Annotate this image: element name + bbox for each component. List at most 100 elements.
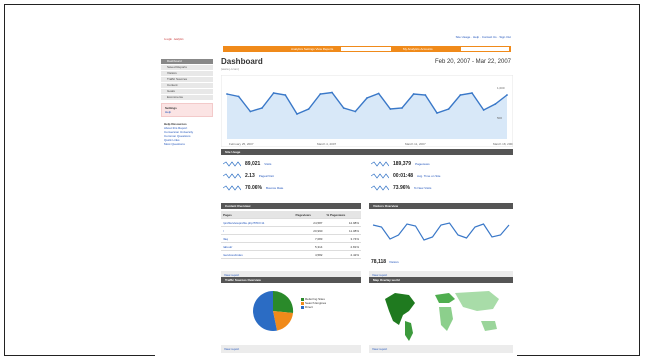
page-path-link[interactable]: /services/index xyxy=(221,250,294,259)
stat-label-link[interactable]: Pageviews xyxy=(415,162,430,166)
stat-label-link[interactable]: Visits xyxy=(264,162,271,166)
stat-label-link[interactable]: Avg. Time on Site xyxy=(417,174,440,178)
table-cell: 2.42% xyxy=(324,250,361,259)
sparkline-icon xyxy=(223,161,241,167)
chart-x-tick-label: March 18, 2007 xyxy=(493,142,513,146)
content-table: Pages Pageviews% Pageviews /profile/viewp… xyxy=(221,211,361,259)
top-nav-view-reports[interactable]: Analytics Settings View Reports xyxy=(291,47,333,51)
stat-value: 2.13 xyxy=(245,173,255,179)
chart-point-19 xyxy=(447,108,450,110)
sidebar-item-content[interactable]: Content xyxy=(161,83,213,88)
page-path-link[interactable]: / xyxy=(221,226,294,235)
sparkline-icon xyxy=(223,185,241,191)
map-view-report-link[interactable]: View report xyxy=(369,345,513,353)
stat-value: 73.96% xyxy=(393,185,410,191)
settings-link[interactable]: Help xyxy=(165,110,209,114)
site-usage-stat: 89,021 Visits xyxy=(223,161,271,167)
page-path-link[interactable]: /faq xyxy=(221,234,294,243)
chart-x-tick-label: March 11, 2007 xyxy=(405,142,426,146)
stat-label-link[interactable]: Bounce Rate xyxy=(266,186,283,190)
chart-point-23 xyxy=(494,103,497,105)
sidebar-item-dashboard[interactable]: Dashboard xyxy=(161,59,213,64)
visits-line-chart: February 25, 2007 March 4, 2007 March 11, … xyxy=(221,75,513,147)
top-nav-my-accounts[interactable]: My Analytics Accounts xyxy=(403,47,433,51)
chart-point-7 xyxy=(307,108,310,110)
table-row: /faq 7,083 3.74% xyxy=(221,234,361,243)
help-resource-link[interactable]: Most Questions xyxy=(164,142,210,146)
site-usage-stat: 2.13 Pages/Visit xyxy=(223,173,274,179)
table-row: /services/index 4,582 2.42% xyxy=(221,250,361,259)
visitors-overview-header: Visitors Overview xyxy=(369,203,513,209)
site-usage-stat: 189,379 Pageviews xyxy=(371,161,430,167)
visitors-line xyxy=(372,222,510,241)
page-subtitle: (www.j-l.com) xyxy=(221,67,239,71)
table-cell: 7,083 xyxy=(293,234,325,243)
chart-point-11 xyxy=(354,110,357,113)
traffic-sources-legend: Referring Sites Search Engines Direct xyxy=(301,297,326,309)
chart-point-21 xyxy=(471,92,473,94)
content-overview-header: Content Overview xyxy=(221,203,361,209)
sidebar-item-ecommerce[interactable]: Ecommerce xyxy=(161,95,213,100)
chart-point-20 xyxy=(459,94,462,96)
chart-point-22 xyxy=(482,109,485,111)
top-links[interactable]: Site Usage · Help · Contact Us · Sign Ou… xyxy=(456,35,511,39)
left-sidebar: Dashboard Saved Reports Visitors Traffic So… xyxy=(161,59,213,146)
table-cell: 20,990 xyxy=(293,226,325,235)
chart-point-18 xyxy=(436,112,438,114)
legend-item: Direct xyxy=(301,305,326,309)
sparkline-icon xyxy=(371,173,389,179)
legend-label: Direct xyxy=(305,305,313,309)
map-overlay-header: Map Overlay world xyxy=(369,277,513,283)
sidebar-item-saved-reports[interactable]: Saved Reports xyxy=(161,65,213,70)
chart-y-tick-label: 500 xyxy=(497,116,502,120)
sidebar-item-visitors[interactable]: Visitors xyxy=(161,71,213,76)
stat-value: 189,379 xyxy=(393,161,412,167)
site-usage-stat: 73.96% % New Visits xyxy=(371,185,431,191)
chart-point-13 xyxy=(377,92,380,95)
table-cell: 2.81% xyxy=(324,242,361,251)
chart-point-6 xyxy=(296,113,298,115)
stat-label-link[interactable]: Pages/Visit xyxy=(259,174,274,178)
legend-swatch xyxy=(301,305,304,309)
analytics-dashboard-page: Google Analytics Site Usage · Help · Cont… xyxy=(155,27,517,361)
date-range-picker[interactable]: Feb 20, 2007 - Mar 22, 2007 xyxy=(435,59,511,65)
chart-point-16 xyxy=(412,93,415,95)
content-column-header[interactable]: % Pageviews xyxy=(324,211,361,219)
page-title: Dashboard xyxy=(221,57,263,66)
chart-point-3 xyxy=(261,107,263,109)
content-column-header[interactable]: Pageviews xyxy=(293,211,325,219)
sparkline-icon xyxy=(371,185,389,191)
table-cell: 5,314 xyxy=(293,242,325,251)
sparkline-icon xyxy=(371,161,389,167)
settings-box: Settings Help xyxy=(161,103,213,117)
table-cell: 4,582 xyxy=(293,250,325,259)
table-row: /profile/viewprofile.php?PID=11 24,587 12.… xyxy=(221,218,361,227)
visitors-stat: 78,118 Visitors xyxy=(371,259,399,265)
top-nav-bar: Analytics Settings View Reports My Analy… xyxy=(223,46,511,52)
sidebar-item-traffic-sources[interactable]: Traffic Sources xyxy=(161,77,213,82)
chart-x-tick-label: March 4, 2007 xyxy=(317,142,337,146)
table-cell: 3.74% xyxy=(324,234,361,243)
screenshot-frame: Google Analytics Site Usage · Help · Cont… xyxy=(4,4,640,361)
site-select-dropdown[interactable] xyxy=(341,47,391,51)
traffic-view-report-link[interactable]: View report xyxy=(221,345,361,353)
sidebar-item-goals[interactable]: Goals xyxy=(161,89,213,94)
stat-value: 00:01:48 xyxy=(393,173,414,179)
visitors-label[interactable]: Visitors xyxy=(389,260,399,264)
account-select-dropdown[interactable] xyxy=(461,47,509,51)
stat-label-link[interactable]: % New Visits xyxy=(414,186,431,190)
traffic-sources-pie-chart xyxy=(253,290,294,331)
help-resources: Help Resources About this Report Conversi… xyxy=(161,120,213,146)
pie-slice-referring xyxy=(273,290,294,313)
chart-point-12 xyxy=(366,97,368,99)
table-cell: 24,587 xyxy=(293,218,325,227)
chart-point-0 xyxy=(226,93,228,95)
content-column-header[interactable]: Pages xyxy=(221,211,294,219)
sparkline-icon xyxy=(223,173,241,179)
page-path-link[interactable]: /about/ xyxy=(221,242,294,251)
stat-value: 70.06% xyxy=(245,185,262,191)
site-usage-stat: 70.06% Bounce Rate xyxy=(223,185,283,191)
page-path-link[interactable]: /profile/viewprofile.php?PID=11 xyxy=(221,218,294,227)
chart-y-tick-label: 1,000 xyxy=(497,86,505,90)
google-analytics-logo[interactable]: Google Analytics xyxy=(162,33,184,42)
